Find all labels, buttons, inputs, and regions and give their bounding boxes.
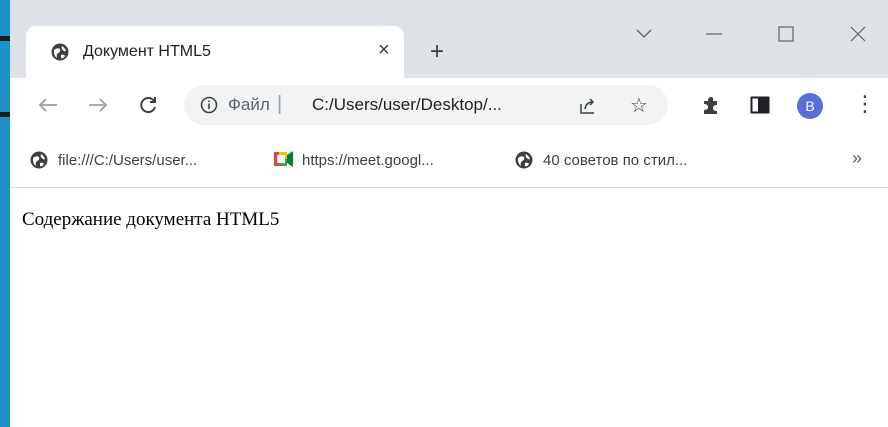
tab-active[interactable]: Документ HTML5 × (26, 26, 404, 78)
document-text: Содержание документа HTML5 (22, 209, 280, 230)
bookmarks-overflow-button[interactable]: » (852, 148, 862, 169)
page-content: Содержание документа HTML5 (10, 189, 888, 427)
close-icon[interactable] (844, 20, 872, 48)
close-tab-button[interactable]: × (378, 39, 390, 62)
reload-icon[interactable] (134, 91, 162, 119)
puzzle-icon[interactable] (698, 93, 722, 117)
chevron-down-icon[interactable] (630, 20, 658, 48)
bookmark-label: https://meet.googl... (302, 151, 434, 169)
back-arrow-icon[interactable] (34, 91, 62, 119)
bookmark-star-icon[interactable]: ☆ (630, 93, 648, 118)
info-icon[interactable] (200, 96, 218, 114)
forward-arrow-icon[interactable] (84, 91, 112, 119)
url-text[interactable]: C:/Users/user/Desktop/... (312, 95, 502, 115)
maximize-icon[interactable] (772, 20, 800, 48)
google-meet-icon (274, 151, 293, 169)
bookmark-label: 40 советов по стил... (543, 151, 688, 169)
tab-strip: Документ HTML5 × + (10, 0, 888, 78)
share-icon[interactable] (578, 96, 598, 116)
bookmark-label: file:///C:/Users/user... (58, 151, 198, 169)
bookmarks-bar: file:///C:/Users/user... https://meet.go… (10, 132, 888, 188)
desktop-edge-mark (0, 36, 10, 41)
side-panel-icon[interactable] (748, 93, 772, 117)
scheme-separator: | (277, 93, 283, 115)
tab-title: Документ HTML5 (83, 43, 211, 60)
bookmark-item[interactable]: https://meet.googl... (274, 151, 434, 169)
new-tab-button[interactable]: + (430, 40, 444, 64)
browser-window: Документ HTML5 × + Файл | C:/Users/user/… (10, 0, 888, 427)
menu-dots-icon[interactable]: ⋮ (854, 92, 876, 116)
desktop-edge-strip (0, 0, 10, 427)
globe-icon (515, 151, 533, 169)
address-bar[interactable]: Файл | C:/Users/user/Desktop/... ☆ (184, 85, 668, 125)
globe-icon (51, 43, 69, 61)
bookmark-item[interactable]: file:///C:/Users/user... (30, 151, 197, 169)
desktop-edge-mark (0, 112, 10, 117)
globe-icon (30, 151, 48, 169)
toolbar: Файл | C:/Users/user/Desktop/... ☆ B ⋮ (10, 78, 888, 132)
minimize-icon[interactable] (700, 20, 728, 48)
bookmark-item[interactable]: 40 советов по стил... (515, 151, 687, 169)
avatar[interactable]: B (797, 93, 823, 119)
scheme-label: Файл (228, 95, 270, 114)
